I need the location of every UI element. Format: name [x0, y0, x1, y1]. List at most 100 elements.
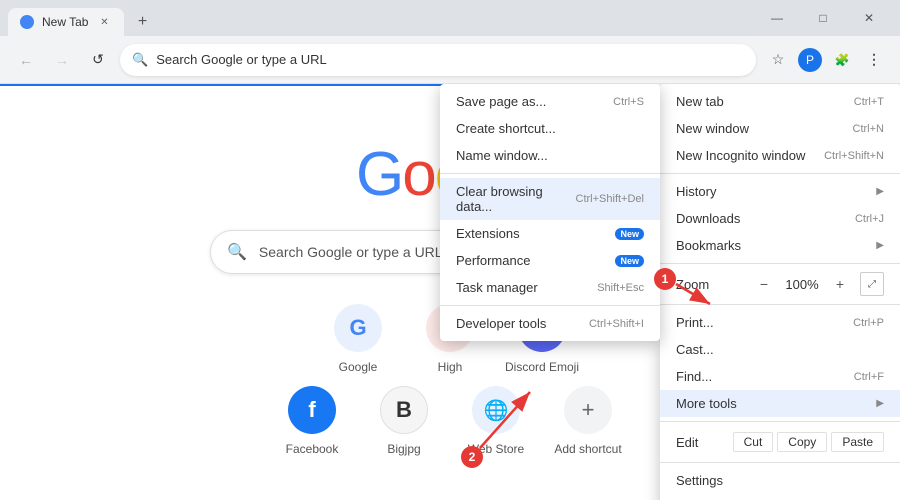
shortcut-webstore-icon: 🌐	[472, 386, 520, 434]
submenu-dev-tools[interactable]: Developer tools Ctrl+Shift+I	[440, 310, 660, 337]
shortcut-google[interactable]: G Google	[320, 304, 396, 374]
shortcut-add-label: Add shortcut	[554, 442, 621, 456]
search-icon: 🔍	[227, 242, 247, 262]
menu-find-shortcut: Ctrl+F	[854, 371, 884, 383]
shortcut-google-label: Google	[339, 360, 378, 374]
address-bar-text: Search Google or type a URL	[156, 52, 744, 67]
back-button[interactable]: ←	[12, 46, 40, 74]
search-bar-placeholder: Search Google or type a URL	[259, 244, 443, 260]
new-tab-button[interactable]: +	[128, 8, 156, 36]
submenu-task-manager-label: Task manager	[456, 280, 538, 295]
shortcut-facebook-label: Facebook	[286, 442, 339, 456]
submenu-dev-tools-label: Developer tools	[456, 316, 546, 331]
menu-history[interactable]: History ▶	[660, 178, 900, 205]
submenu-dev-tools-shortcut: Ctrl+Shift+I	[589, 318, 644, 330]
submenu-name-window-label: Name window...	[456, 148, 548, 163]
submenu-task-manager-shortcut: Shift+Esc	[597, 282, 644, 294]
menu-downloads[interactable]: Downloads Ctrl+J	[660, 205, 900, 232]
chrome-menu: New tab Ctrl+T New window Ctrl+N New Inc…	[660, 84, 900, 500]
maximize-button[interactable]: □	[800, 0, 846, 36]
submenu-task-manager[interactable]: Task manager Shift+Esc	[440, 274, 660, 301]
menu-new-tab-shortcut: Ctrl+T	[854, 96, 884, 108]
menu-help[interactable]: Help ▶	[660, 494, 900, 500]
menu-zoom-row: Zoom − 100% + ⤢	[660, 268, 900, 300]
menu-cast-label: Cast...	[676, 342, 714, 357]
menu-new-tab-label: New tab	[676, 94, 724, 109]
menu-more-tools-label: More tools	[676, 396, 737, 411]
toolbar-actions: ☆ P 🧩 ⋮	[764, 46, 888, 74]
menu-find-label: Find...	[676, 369, 712, 384]
menu-divider-5	[660, 462, 900, 463]
shortcut-discord-label: Discord Emoji	[505, 360, 579, 374]
more-tools-arrow-icon: ▶	[876, 398, 884, 409]
menu-bookmarks-label: Bookmarks	[676, 238, 741, 253]
extensions-icon[interactable]: 🧩	[828, 46, 856, 74]
shortcut-google-icon: G	[334, 304, 382, 352]
extensions-new-badge: New	[615, 228, 644, 240]
toolbar: ← → ↺ 🔍 Search Google or type a URL ☆ P …	[0, 36, 900, 84]
menu-print[interactable]: Print... Ctrl+P	[660, 309, 900, 336]
shortcut-high-label: High	[438, 360, 463, 374]
submenu-performance-label: Performance	[456, 253, 530, 268]
add-shortcut-icon: +	[564, 386, 612, 434]
submenu-name-window[interactable]: Name window...	[440, 142, 660, 169]
menu-divider-1	[660, 173, 900, 174]
submenu-performance[interactable]: Performance New	[440, 247, 660, 274]
tab-area: New Tab ✕ +	[8, 0, 156, 36]
menu-settings[interactable]: Settings	[660, 467, 900, 494]
menu-button[interactable]: ⋮	[860, 46, 888, 74]
profile-avatar: P	[798, 48, 822, 72]
submenu-create-shortcut[interactable]: Create shortcut...	[440, 115, 660, 142]
forward-button[interactable]: →	[48, 46, 76, 74]
menu-zoom-label: Zoom	[676, 277, 744, 292]
profile-button[interactable]: P	[796, 46, 824, 74]
shortcut-bigjpg[interactable]: B Bigjpg	[366, 386, 442, 456]
menu-new-tab[interactable]: New tab Ctrl+T	[660, 88, 900, 115]
menu-edit-label: Edit	[676, 435, 698, 450]
menu-bookmarks[interactable]: Bookmarks ▶	[660, 232, 900, 259]
menu-find[interactable]: Find... Ctrl+F	[660, 363, 900, 390]
minimize-button[interactable]: —	[754, 0, 800, 36]
menu-more-tools[interactable]: More tools ▶	[660, 390, 900, 417]
shortcut-webstore-label: Web Store	[468, 442, 524, 456]
shortcut-facebook[interactable]: f Facebook	[274, 386, 350, 456]
bookmark-star-icon[interactable]: ☆	[764, 46, 792, 74]
logo-g1: G	[356, 140, 402, 209]
menu-edit-row: Edit Cut Copy Paste	[660, 426, 900, 458]
tab-close-button[interactable]: ✕	[96, 14, 112, 30]
menu-print-label: Print...	[676, 315, 714, 330]
zoom-value: 100%	[784, 277, 820, 292]
performance-new-badge: New	[615, 255, 644, 267]
menu-new-window-label: New window	[676, 121, 749, 136]
profile-initial: P	[806, 53, 814, 67]
zoom-out-button[interactable]: −	[752, 272, 776, 296]
submenu-extensions[interactable]: Extensions New	[440, 220, 660, 247]
submenu-save-page[interactable]: Save page as... Ctrl+S	[440, 88, 660, 115]
menu-new-window[interactable]: New window Ctrl+N	[660, 115, 900, 142]
address-bar[interactable]: 🔍 Search Google or type a URL	[120, 44, 756, 76]
paste-button[interactable]: Paste	[831, 432, 884, 452]
title-bar: New Tab ✕ + — □ ✕	[0, 0, 900, 36]
menu-divider-2	[660, 263, 900, 264]
menu-cast[interactable]: Cast...	[660, 336, 900, 363]
shortcut-add[interactable]: + Add shortcut	[550, 386, 626, 456]
active-tab[interactable]: New Tab ✕	[8, 8, 124, 36]
shortcuts-row-2: f Facebook B Bigjpg 🌐 Web Store + Add sh…	[274, 386, 626, 456]
more-tools-submenu: Save page as... Ctrl+S Create shortcut..…	[440, 84, 660, 341]
menu-incognito[interactable]: New Incognito window Ctrl+Shift+N	[660, 142, 900, 169]
menu-divider-4	[660, 421, 900, 422]
menu-incognito-shortcut: Ctrl+Shift+N	[824, 150, 884, 162]
reload-button[interactable]: ↺	[84, 46, 112, 74]
submenu-divider-2	[440, 305, 660, 306]
shortcut-facebook-icon: f	[288, 386, 336, 434]
shortcut-webstore[interactable]: 🌐 Web Store	[458, 386, 534, 456]
zoom-in-button[interactable]: +	[828, 272, 852, 296]
copy-button[interactable]: Copy	[777, 432, 827, 452]
submenu-clear-browsing-label: Clear browsing data...	[456, 184, 576, 214]
cut-button[interactable]: Cut	[733, 432, 774, 452]
logo-o1: o	[402, 140, 434, 209]
submenu-clear-browsing[interactable]: Clear browsing data... Ctrl+Shift+Del	[440, 178, 660, 220]
close-button[interactable]: ✕	[846, 0, 892, 36]
tab-favicon	[20, 15, 34, 29]
zoom-fullscreen-button[interactable]: ⤢	[860, 272, 884, 296]
